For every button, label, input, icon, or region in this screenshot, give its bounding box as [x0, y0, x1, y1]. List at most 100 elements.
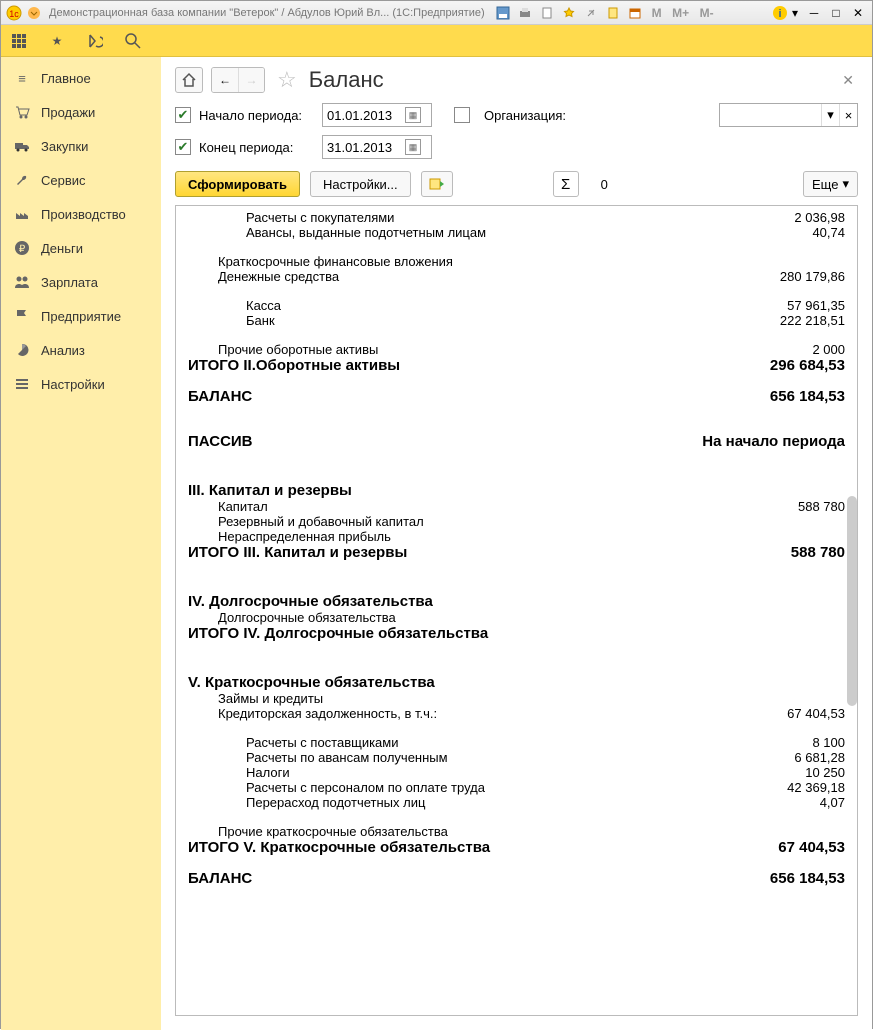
- end-date-checkbox[interactable]: ✔: [175, 139, 191, 155]
- sidebar-label: Сервис: [41, 173, 86, 188]
- titlebar: 1c Демонстрационная база компании "Ветер…: [1, 1, 872, 25]
- report-label: Перерасход подотчетных лиц: [188, 795, 695, 810]
- calendar-picker-icon[interactable]: ▦: [405, 139, 421, 155]
- report-value: [695, 691, 845, 706]
- calendar-icon[interactable]: [625, 4, 645, 22]
- home-button[interactable]: [175, 67, 203, 93]
- report-area[interactable]: Расчеты с покупателями2 036,98 Авансы, в…: [175, 205, 858, 1016]
- sidebar-label: Предприятие: [41, 309, 121, 324]
- minimize-button[interactable]: ─: [804, 4, 824, 22]
- org-label: Организация:: [484, 108, 566, 123]
- start-date-checkbox[interactable]: ✔: [175, 107, 191, 123]
- report-label: Прочие оборотные активы: [188, 342, 695, 357]
- end-date-field[interactable]: [327, 140, 405, 155]
- form-button[interactable]: Сформировать: [175, 171, 300, 197]
- scrollbar-thumb[interactable]: [847, 496, 857, 706]
- end-date-label: Конец периода:: [199, 140, 314, 155]
- pie-icon: [13, 341, 31, 359]
- dropdown-icon[interactable]: [25, 4, 43, 22]
- start-date-input[interactable]: ▦: [322, 103, 432, 127]
- calc-icon[interactable]: [603, 4, 623, 22]
- doc-icon[interactable]: [537, 4, 557, 22]
- report-total-value: 67 404,53: [695, 839, 845, 856]
- report-label: Долгосрочные обязательства: [188, 610, 695, 625]
- svg-text:1c: 1c: [9, 9, 19, 19]
- sum-value: 0: [589, 177, 620, 192]
- sidebar-label: Настройки: [41, 377, 105, 392]
- report-balance-value: 656 184,53: [695, 388, 845, 405]
- settings-button[interactable]: Настройки...: [310, 171, 411, 197]
- report-label: Расчеты с персоналом по оплате труда: [188, 780, 695, 795]
- report-label: Резервный и добавочный капитал: [188, 514, 695, 529]
- org-input[interactable]: ▾ ×: [719, 103, 858, 127]
- report-value: [695, 529, 845, 544]
- sidebar-item-company[interactable]: Предприятие: [1, 299, 161, 333]
- report-balance-label: БАЛАНС: [188, 388, 695, 405]
- sidebar-label: Главное: [41, 71, 91, 86]
- sidebar-item-analysis[interactable]: Анализ: [1, 333, 161, 367]
- start-date-field[interactable]: [327, 108, 405, 123]
- report-value: 588 780: [695, 499, 845, 514]
- sum-button[interactable]: Σ: [553, 171, 579, 197]
- factory-icon: [13, 205, 31, 223]
- info-icon[interactable]: i: [770, 4, 790, 22]
- report-section: V. Краткосрочные обязательства: [188, 674, 845, 691]
- sidebar-item-settings[interactable]: Настройки: [1, 367, 161, 401]
- sidebar-item-service[interactable]: Сервис: [1, 163, 161, 197]
- m-plus-button[interactable]: M+: [669, 4, 693, 22]
- report-value: 57 961,35: [695, 298, 845, 313]
- info-dropdown-icon[interactable]: ▾: [790, 4, 800, 22]
- sidebar-item-production[interactable]: Производство: [1, 197, 161, 231]
- forward-button[interactable]: →: [238, 68, 264, 92]
- m-button[interactable]: M: [647, 4, 667, 22]
- report-balance-label: БАЛАНС: [188, 870, 695, 887]
- favorite-icon[interactable]: [559, 4, 579, 22]
- sidebar-label: Производство: [41, 207, 126, 222]
- start-date-label: Начало периода:: [199, 108, 314, 123]
- report-label: Прочие краткосрочные обязательства: [188, 824, 695, 839]
- sidebar-item-purchases[interactable]: Закупки: [1, 129, 161, 163]
- report-label: Краткосрочные финансовые вложения: [188, 254, 695, 269]
- more-button[interactable]: Еще▾: [803, 171, 858, 197]
- sidebar-label: Продажи: [41, 105, 95, 120]
- sidebar-item-money[interactable]: ₽Деньги: [1, 231, 161, 265]
- history-icon[interactable]: [85, 31, 105, 51]
- export-button[interactable]: [421, 171, 453, 197]
- report-value: [695, 824, 845, 839]
- report-value: 42 369,18: [695, 780, 845, 795]
- sidebar-item-main[interactable]: ≡Главное: [1, 61, 161, 95]
- close-button[interactable]: ✕: [848, 4, 868, 22]
- print-icon[interactable]: [515, 4, 535, 22]
- report-total-label: ИТОГО IV. Долгосрочные обязательства: [188, 625, 695, 642]
- org-checkbox[interactable]: ✔: [454, 107, 470, 123]
- back-button[interactable]: ←: [212, 68, 238, 92]
- list-icon: [13, 375, 31, 393]
- report-total-label: ИТОГО V. Краткосрочные обязательства: [188, 839, 695, 856]
- org-clear-icon[interactable]: ×: [839, 104, 857, 126]
- star-icon[interactable]: ★: [47, 31, 67, 51]
- favorite-page-icon[interactable]: ☆: [277, 67, 297, 93]
- report-label: Кредиторская задолженность, в т.ч.:: [188, 706, 695, 721]
- close-page-button[interactable]: ✕: [838, 68, 858, 93]
- org-dropdown-icon[interactable]: ▾: [821, 104, 839, 126]
- sidebar-item-salary[interactable]: Зарплата: [1, 265, 161, 299]
- page-title: Баланс: [309, 67, 384, 93]
- report-value: 67 404,53: [695, 706, 845, 721]
- apps-icon[interactable]: [9, 31, 29, 51]
- report-value: 280 179,86: [695, 269, 845, 284]
- svg-text:i: i: [778, 8, 781, 20]
- sidebar-item-sales[interactable]: Продажи: [1, 95, 161, 129]
- calendar-picker-icon[interactable]: ▦: [405, 107, 421, 123]
- link-icon[interactable]: [581, 4, 601, 22]
- maximize-button[interactable]: □: [826, 4, 846, 22]
- report-label: Займы и кредиты: [188, 691, 695, 706]
- sidebar-label: Зарплата: [41, 275, 98, 290]
- report-total-value: 588 780: [695, 544, 845, 561]
- search-icon[interactable]: [123, 31, 143, 51]
- save-icon[interactable]: [493, 4, 513, 22]
- report-value: 40,74: [695, 225, 845, 240]
- m-minus-button[interactable]: M-: [695, 4, 719, 22]
- report-label: Авансы, выданные подотчетным лицам: [188, 225, 695, 240]
- report-value: 2 000: [695, 342, 845, 357]
- end-date-input[interactable]: ▦: [322, 135, 432, 159]
